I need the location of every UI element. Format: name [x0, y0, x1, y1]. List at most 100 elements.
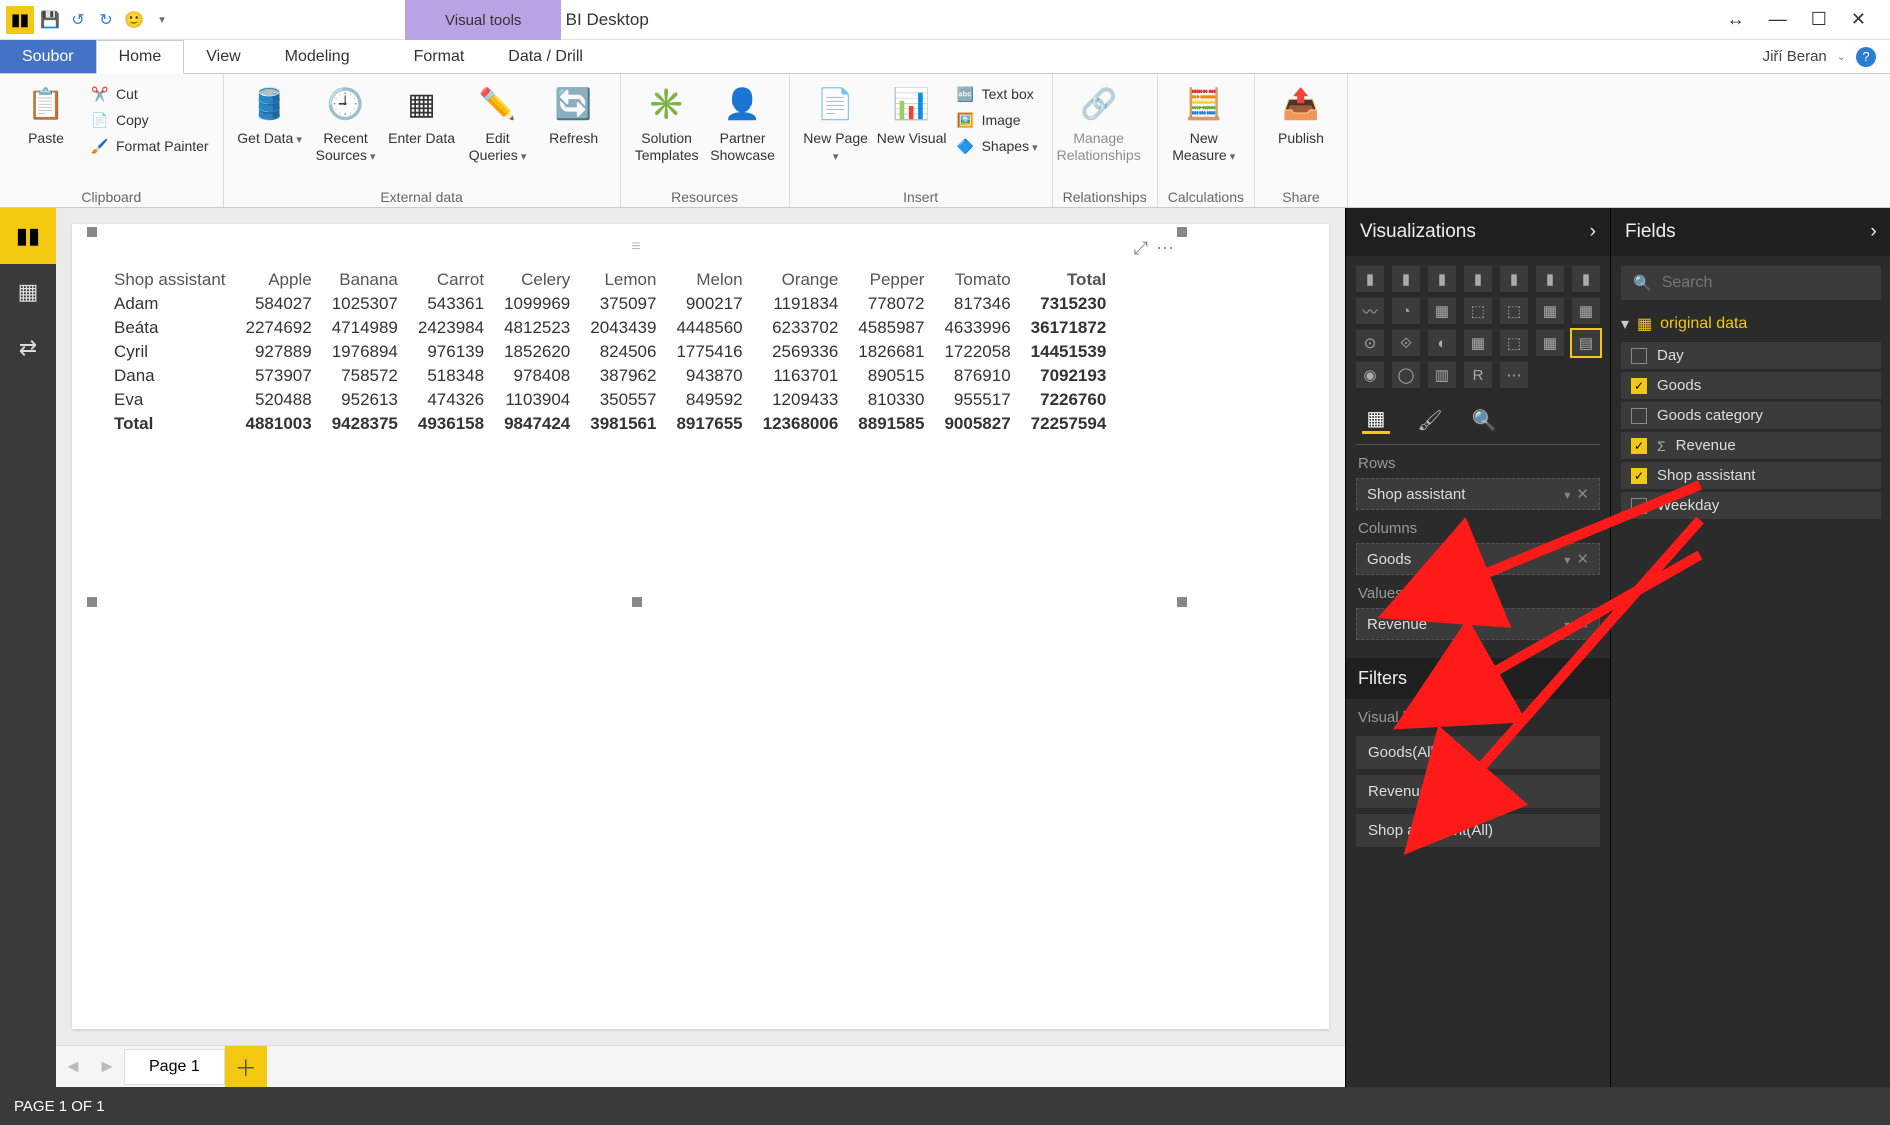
data-view-button[interactable]: ▦: [0, 264, 56, 320]
visualizations-header[interactable]: Visualizations›: [1346, 208, 1610, 256]
close-button[interactable]: ✕: [1851, 9, 1866, 30]
rows-well-item[interactable]: Shop assistant▾✕: [1356, 478, 1600, 510]
partner-showcase-button[interactable]: 👤Partner Showcase: [707, 78, 779, 164]
add-page-button[interactable]: ＋: [225, 1046, 267, 1088]
image-button[interactable]: 🖼️Image: [952, 108, 1042, 132]
viz-type-17[interactable]: ▦: [1464, 330, 1492, 356]
paste-button[interactable]: 📋Paste: [10, 78, 82, 147]
manage-relationships-button[interactable]: 🔗Manage Relationships: [1063, 78, 1135, 164]
edit-queries-button[interactable]: ✏️Edit Queries: [462, 78, 534, 164]
resize-handle[interactable]: [632, 597, 642, 607]
viz-type-2[interactable]: ▮: [1428, 266, 1456, 292]
tab-home[interactable]: Home: [96, 40, 185, 74]
fields-well-tab[interactable]: ▦: [1362, 406, 1390, 434]
field-day[interactable]: Day: [1621, 342, 1881, 369]
copy-button[interactable]: 📄Copy: [86, 108, 213, 132]
viz-type-5[interactable]: ▮: [1536, 266, 1564, 292]
solution-templates-button[interactable]: ✳️Solution Templates: [631, 78, 703, 164]
viz-type-19[interactable]: ▦: [1536, 330, 1564, 356]
checkbox-icon[interactable]: [1631, 348, 1647, 364]
enter-data-button[interactable]: ▦Enter Data: [386, 78, 458, 147]
field-weekday[interactable]: Weekday: [1621, 492, 1881, 519]
new-visual-button[interactable]: 📊New Visual: [876, 78, 948, 147]
undo-icon[interactable]: ↺: [66, 8, 90, 32]
page-prev-button[interactable]: ◄: [56, 1056, 90, 1077]
viz-type-14[interactable]: ⊙: [1356, 330, 1384, 356]
tab-modeling[interactable]: Modeling: [263, 40, 372, 73]
remove-icon[interactable]: ✕: [1576, 551, 1589, 568]
table-original-data[interactable]: ▾ ▦ original data: [1621, 314, 1881, 334]
viz-type-11[interactable]: ⬚: [1500, 298, 1528, 324]
chevron-down-icon[interactable]: ⌄: [1837, 50, 1846, 63]
help-icon[interactable]: ?: [1856, 47, 1876, 67]
tab-data-drill[interactable]: Data / Drill: [486, 40, 605, 73]
drag-handle-icon[interactable]: ≡: [631, 238, 642, 256]
shapes-button[interactable]: 🔷Shapes: [952, 134, 1042, 158]
viz-type-23[interactable]: ▥: [1428, 362, 1456, 388]
new-page-button[interactable]: 📄New Page: [800, 78, 872, 164]
filter-shop-assistant[interactable]: Shop assistant(All): [1356, 814, 1600, 847]
viz-type-6[interactable]: ▮: [1572, 266, 1600, 292]
tab-view[interactable]: View: [184, 40, 262, 73]
fields-search[interactable]: 🔍: [1621, 266, 1881, 300]
viz-type-16[interactable]: ◐: [1428, 330, 1456, 356]
resize-handle[interactable]: [87, 597, 97, 607]
search-input[interactable]: [1662, 274, 1869, 292]
page-next-button[interactable]: ►: [90, 1056, 124, 1077]
filter-revenue[interactable]: Revenue(All): [1356, 775, 1600, 808]
resize-handle[interactable]: [1177, 597, 1187, 607]
chevron-down-icon[interactable]: ▾: [1564, 488, 1570, 502]
user-name[interactable]: Jiří Beran: [1763, 48, 1827, 65]
refresh-button[interactable]: 🔄Refresh: [538, 78, 610, 147]
field-shop-assistant[interactable]: ✓Shop assistant: [1621, 462, 1881, 489]
viz-type-21[interactable]: ◉: [1356, 362, 1384, 388]
new-measure-button[interactable]: 🧮New Measure: [1168, 78, 1240, 164]
get-data-button[interactable]: 🛢️Get Data: [234, 78, 306, 147]
resize-handle[interactable]: [87, 227, 97, 237]
viz-type-7[interactable]: 〰: [1356, 298, 1384, 324]
field-goods-category[interactable]: Goods category: [1621, 402, 1881, 429]
remove-icon[interactable]: ✕: [1576, 486, 1589, 503]
filter-goods[interactable]: Goods(All): [1356, 736, 1600, 769]
model-view-button[interactable]: ⇄: [0, 320, 56, 376]
chevron-down-icon[interactable]: ▾: [1564, 618, 1570, 632]
expand-icon[interactable]: ▾: [1621, 314, 1629, 334]
viz-type-4[interactable]: ▮: [1500, 266, 1528, 292]
columns-well-item[interactable]: Goods▾✕: [1356, 543, 1600, 575]
chevron-down-icon[interactable]: ▾: [1564, 553, 1570, 567]
checkbox-icon[interactable]: [1631, 498, 1647, 514]
viz-type-0[interactable]: ▮: [1356, 266, 1384, 292]
viz-type-1[interactable]: ▮: [1392, 266, 1420, 292]
analytics-tab[interactable]: 🔍: [1470, 406, 1498, 434]
viz-type-8[interactable]: ◔: [1392, 298, 1420, 324]
remove-icon[interactable]: ✕: [1576, 616, 1589, 633]
format-painter-button[interactable]: 🖌️Format Painter: [86, 134, 213, 158]
save-icon[interactable]: 💾: [38, 8, 62, 32]
recent-sources-button[interactable]: 🕘Recent Sources: [310, 78, 382, 164]
focus-mode-icon[interactable]: ⤢: [1134, 238, 1148, 259]
viz-type-9[interactable]: ▦: [1428, 298, 1456, 324]
text-box-button[interactable]: 🔤Text box: [952, 82, 1042, 106]
viz-type-18[interactable]: ⬚: [1500, 330, 1528, 356]
report-view-button[interactable]: ▮▮: [0, 208, 56, 264]
report-canvas[interactable]: ≡ ⤢ ⋯ Shop assistantAppleBananaCarrotCel…: [72, 224, 1329, 1029]
checkbox-icon[interactable]: ✓: [1631, 378, 1647, 394]
qat-dropdown-icon[interactable]: ▾: [150, 8, 174, 32]
viz-type-15[interactable]: ⟐: [1392, 330, 1420, 356]
tab-file[interactable]: Soubor: [0, 40, 96, 73]
page-tab-1[interactable]: Page 1: [124, 1049, 225, 1085]
format-tab[interactable]: 🖌: [1416, 406, 1444, 434]
chevron-right-icon[interactable]: ›: [1590, 221, 1596, 243]
fields-header[interactable]: Fields›: [1611, 208, 1890, 256]
field-goods[interactable]: ✓Goods: [1621, 372, 1881, 399]
field-revenue[interactable]: ✓ΣRevenue: [1621, 432, 1881, 459]
chevron-right-icon[interactable]: ›: [1870, 221, 1876, 243]
maximize-button[interactable]: ☐: [1811, 9, 1827, 30]
viz-type-24[interactable]: R: [1464, 362, 1492, 388]
viz-type-12[interactable]: ▦: [1536, 298, 1564, 324]
values-well-item[interactable]: Revenue▾✕: [1356, 608, 1600, 640]
filters-header[interactable]: Filters: [1346, 658, 1610, 699]
matrix-visual[interactable]: ≡ ⤢ ⋯ Shop assistantAppleBananaCarrotCel…: [92, 232, 1182, 602]
checkbox-icon[interactable]: ✓: [1631, 438, 1647, 454]
checkbox-icon[interactable]: [1631, 408, 1647, 424]
